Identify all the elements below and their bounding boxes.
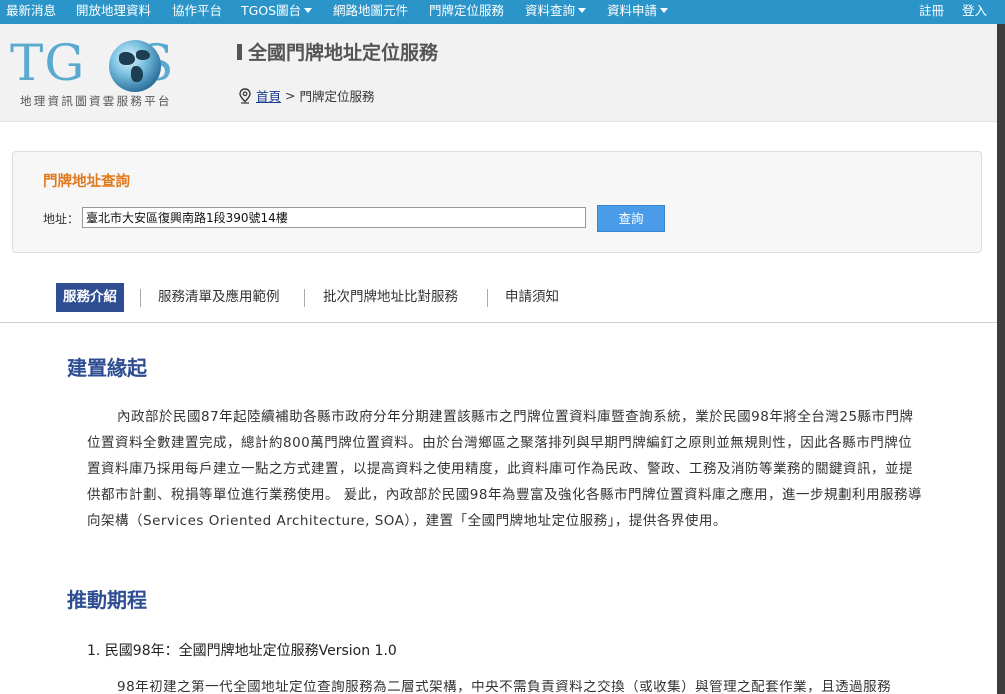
tgos-logo[interactable]: TGS 地理資訊圖資雲服務平台 bbox=[8, 36, 203, 116]
address-label: 地址： bbox=[43, 212, 80, 226]
address-query-panel: 門牌地址查詢 地址： 查詢 bbox=[12, 151, 982, 253]
schedule-item-text-content: 98年初建之第一代全國地址定位查詢服務為二層式架構，中央不需負責資料之交換（或收… bbox=[117, 680, 892, 694]
query-panel-title: 門牌地址查詢 bbox=[43, 174, 130, 190]
section-origin-text: 內政部於民國87年起陸續補助各縣市政府分年分期建置該縣市之門牌位置資料庫暨查詢系… bbox=[87, 409, 922, 529]
page-title-text: 全國門牌地址定位服務 bbox=[248, 42, 439, 64]
address-input[interactable] bbox=[82, 207, 586, 228]
globe-icon bbox=[109, 40, 161, 92]
page-header: TGS 地理資訊圖資雲服務平台 全國門牌地址定位服務 首頁 > 門牌定位服務 bbox=[0, 24, 1005, 122]
location-pin-icon bbox=[238, 87, 252, 104]
breadcrumb: 首頁 > 門牌定位服務 bbox=[238, 86, 375, 105]
tab-service-intro[interactable]: 服務介紹 bbox=[56, 283, 124, 312]
tab-application-notes[interactable]: 申請須知 bbox=[505, 283, 559, 312]
nav-address-locating[interactable]: 門牌定位服務 bbox=[429, 0, 504, 24]
scrollbar[interactable] bbox=[997, 24, 1005, 694]
page-title: 全國門牌地址定位服務 bbox=[237, 38, 438, 65]
nav-tgos-map-label: TGOS圖台 bbox=[241, 3, 302, 18]
breadcrumb-home-link[interactable]: 首頁 bbox=[256, 86, 281, 105]
nav-tgos-map[interactable]: TGOS圖台 bbox=[241, 0, 313, 24]
nav-latest-news[interactable]: 最新消息 bbox=[6, 0, 56, 24]
nav-open-geo-data[interactable]: 開放地理資料 bbox=[76, 0, 151, 24]
nav-data-query[interactable]: 資料查詢 bbox=[525, 0, 587, 24]
tab-divider bbox=[140, 289, 141, 307]
nav-web-map-components[interactable]: 網路地圖元件 bbox=[333, 0, 408, 24]
chevron-down-icon bbox=[660, 8, 669, 13]
tab-divider bbox=[487, 289, 488, 307]
section-heading-origin: 建置緣起 bbox=[67, 356, 147, 380]
chevron-down-icon bbox=[304, 8, 313, 13]
nav-data-apply-label: 資料申請 bbox=[607, 3, 658, 18]
logo-subtitle: 地理資訊圖資雲服務平台 bbox=[20, 94, 172, 108]
tab-service-list[interactable]: 服務清單及應用範例 bbox=[158, 283, 280, 312]
breadcrumb-current: 門牌定位服務 bbox=[299, 89, 375, 104]
section-heading-schedule: 推動期程 bbox=[67, 588, 147, 612]
tabs-underline bbox=[0, 322, 1005, 323]
chevron-down-icon bbox=[578, 8, 587, 13]
nav-collab-platform[interactable]: 協作平台 bbox=[172, 0, 222, 24]
schedule-item-title: 1. 民國98年：全國門牌地址定位服務Version 1.0 bbox=[87, 643, 397, 659]
top-nav-bar: 最新消息 開放地理資料 協作平台 TGOS圖台 網路地圖元件 門牌定位服務 資料… bbox=[0, 0, 1005, 24]
logo-letters-left: TG bbox=[10, 34, 86, 92]
nav-data-apply[interactable]: 資料申請 bbox=[607, 0, 669, 24]
tab-divider bbox=[304, 289, 305, 307]
breadcrumb-separator: > bbox=[285, 88, 296, 103]
schedule-item-text: 98年初建之第一代全國地址定位查詢服務為二層式架構，中央不需負責資料之交換（或收… bbox=[87, 680, 925, 694]
tab-batch-matching[interactable]: 批次門牌地址比對服務 bbox=[323, 283, 458, 312]
register-link[interactable]: 註冊 bbox=[919, 0, 944, 24]
nav-data-query-label: 資料查詢 bbox=[525, 3, 576, 18]
login-link[interactable]: 登入 bbox=[962, 0, 987, 24]
query-button[interactable]: 查詢 bbox=[597, 205, 665, 232]
